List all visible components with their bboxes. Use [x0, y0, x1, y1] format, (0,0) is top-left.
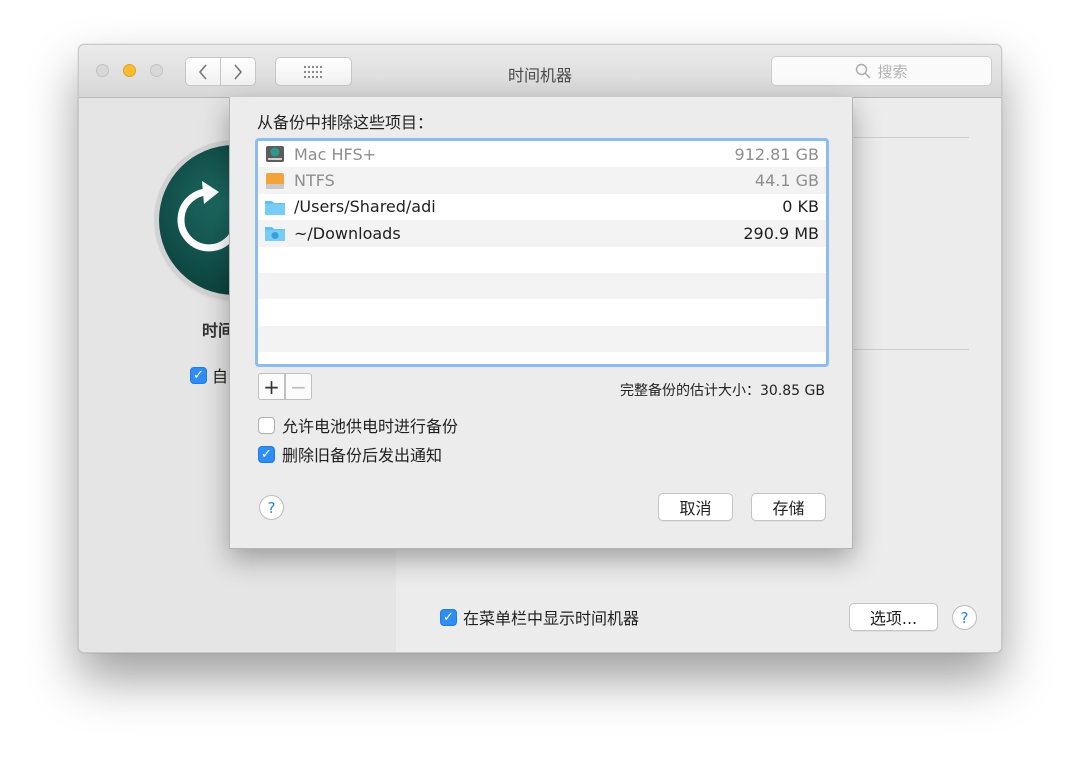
external-disk-icon [264, 172, 286, 190]
exclude-items-sheet: 从备份中排除这些项目： Mac HFS+ 912.81 GB NTFS 44.1… [229, 97, 853, 549]
remove-item-button[interactable]: − [285, 373, 312, 400]
list-item[interactable]: Mac HFS+ 912.81 GB [258, 141, 826, 167]
battery-backup-checkbox[interactable] [258, 416, 275, 434]
search-input[interactable]: 搜索 [771, 56, 992, 86]
downloads-folder-icon [264, 224, 286, 242]
empty-row [258, 247, 826, 273]
cancel-button[interactable]: 取消 [658, 493, 733, 521]
sheet-help-button[interactable]: ? [259, 495, 284, 520]
backup-size-estimate: 完整备份的估计大小：30.85 GB [620, 383, 825, 399]
notify-label: 删除旧备份后发出通知 [282, 446, 443, 465]
add-item-button[interactable]: + [258, 373, 285, 400]
battery-backup-option[interactable]: 允许电池供电时进行备份 [258, 413, 458, 437]
show-in-menubar-checkbox[interactable]: ✓ [440, 608, 457, 626]
help-button[interactable]: ? [952, 605, 977, 630]
title-bar: 时间机器 搜索 [79, 45, 1001, 98]
show-in-menubar-label: 在菜单栏中显示时间机器 [463, 609, 640, 628]
notify-checkbox[interactable]: ✓ [258, 445, 275, 463]
folder-icon [264, 198, 286, 216]
sheet-title: 从备份中排除这些项目： [257, 113, 434, 132]
list-item[interactable]: ~/Downloads 290.9 MB [258, 220, 826, 247]
options-button[interactable]: 选项... [849, 603, 938, 631]
save-button[interactable]: 存储 [751, 493, 826, 521]
battery-backup-label: 允许电池供电时进行备份 [282, 417, 459, 436]
divider [854, 137, 969, 138]
list-item[interactable]: NTFS 44.1 GB [258, 167, 826, 194]
search-icon [856, 63, 871, 79]
show-in-menubar-option[interactable]: ✓ 在菜单栏中显示时间机器 [440, 605, 639, 629]
excluded-items-list[interactable]: Mac HFS+ 912.81 GB NTFS 44.1 GB /Users/S… [255, 138, 829, 367]
empty-row [258, 272, 826, 300]
empty-row [258, 325, 826, 353]
search-placeholder: 搜索 [877, 62, 908, 81]
hard-disk-icon [264, 145, 286, 163]
auto-backup-checkbox[interactable]: ✓ [190, 366, 207, 384]
divider [854, 349, 969, 350]
list-item[interactable]: /Users/Shared/adi 0 KB [258, 194, 826, 220]
empty-row [258, 299, 826, 325]
notify-option[interactable]: ✓ 删除旧备份后发出通知 [258, 442, 442, 466]
